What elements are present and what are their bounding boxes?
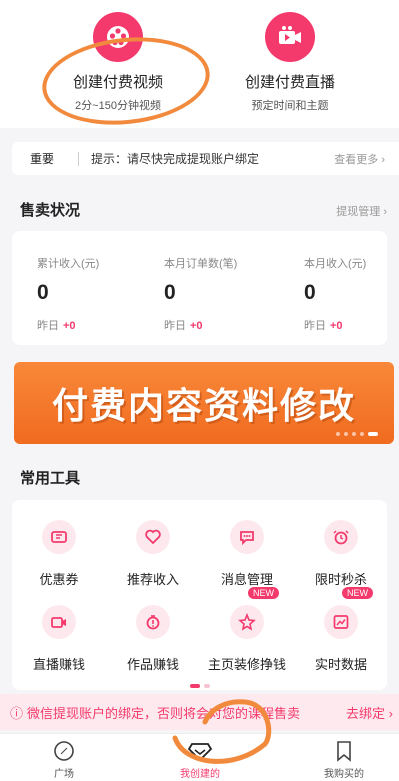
sales-section-title: 售卖状况 [20,202,81,219]
video-camera-icon [265,12,315,62]
tool-label: 消息管理 [220,572,273,587]
important-notice[interactable]: 重要 提示：请尽快完成提现账户绑定 查看更多 › [12,142,399,175]
create-paid-live-button[interactable]: 创建付费直播 预定时间和主题 [200,0,380,113]
stat-value: 0 [304,281,316,304]
stat-yesterday: 昨日 +0 [164,317,237,333]
sales-card: 累计收入(元) 0 昨日 +0 本月订单数(笔) 0 昨日 +0 本月收入(元) 0… [12,231,387,345]
yesterday-label: 昨日 [164,320,186,332]
tool-label: 推荐收入 [126,572,179,587]
star-brush-icon: NEW [230,587,279,639]
tool-label: 作品赚钱 [126,657,179,672]
info-icon: ⓘ [10,705,24,721]
promo-banner[interactable]: 付费内容资料修改 [14,362,394,444]
create-live-title: 创建付费直播 [244,74,335,91]
tool-recommend-income[interactable]: 推荐收入 [106,520,200,588]
chart-icon: NEW [324,587,373,639]
tool-homepage-decor[interactable]: NEW 主页装修挣钱 [200,587,294,673]
tools-card: 优惠券 推荐收入 消息管理 限时秒杀 直播赚钱 作品赚钱 NEW 主页装修挣钱 … [12,500,387,690]
yesterday-value: +0 [190,320,203,332]
tool-label: 限时秒杀 [314,572,367,587]
tool-message-manage[interactable]: 消息管理 [200,520,294,588]
stat-label: 累计收入(元) [37,258,100,270]
yesterday-label: 昨日 [304,320,326,332]
new-badge: NEW [248,587,279,599]
stat-label: 本月订单数(笔) [164,258,238,270]
stat-month-income: 本月收入(元) 0 昨日 +0 [304,255,366,333]
new-badge: NEW [342,587,373,599]
notice-text: 提示：请尽快完成提现账户绑定 [91,152,260,166]
bind-account-warning[interactable]: ⓘ 微信提现账户的绑定，否则将会对您的课程售卖 去绑定 › [0,694,399,730]
go-bind-button[interactable]: 去绑定 › [346,703,393,722]
tool-flash-sale[interactable]: 限时秒杀 [294,520,388,588]
stat-value: 0 [37,281,49,304]
bottom-tab-bar: 广场 我创建的 我购买的 [0,733,399,781]
compass-icon [14,740,114,762]
tab-my-created[interactable]: 我创建的 [150,740,250,780]
tab-label: 我购买的 [324,769,364,780]
tab-square[interactable]: 广场 [14,740,114,780]
tool-works-earn[interactable]: 作品赚钱 [106,605,200,673]
create-card: 创建付费视频 2分~150分钟视频 创建付费直播 预定时间和主题 [0,0,399,133]
create-video-subtitle: 2分~150分钟视频 [75,100,161,112]
create-live-subtitle: 预定时间和主题 [251,100,329,112]
tool-label: 优惠券 [39,572,79,587]
heart-tag-icon [136,520,170,554]
coupon-icon [42,520,76,554]
bookmark-icon [294,740,394,762]
tool-label: 实时数据 [314,657,367,672]
tool-label: 主页装修挣钱 [207,657,286,672]
banner-text: 付费内容资料修改 [51,386,356,427]
notice-divider [78,151,79,166]
alarm-icon [324,520,358,554]
film-reel-icon [93,12,143,62]
create-video-title: 创建付费视频 [72,74,163,91]
see-more-link[interactable]: 查看更多 › [334,151,385,167]
money-bag-icon [136,605,170,639]
diamond-icon [150,740,250,762]
tab-my-purchased[interactable]: 我购买的 [294,740,394,780]
stat-total-income: 累计收入(元) 0 昨日 +0 [37,255,99,333]
tool-coupon[interactable]: 优惠券 [12,520,106,588]
create-paid-video-button[interactable]: 创建付费视频 2分~150分钟视频 [28,0,208,113]
notice-tag: 重要 [30,152,55,166]
tool-realtime-data[interactable]: NEW 实时数据 [294,587,388,673]
yesterday-value: +0 [63,320,76,332]
tools-section-title: 常用工具 [20,470,81,487]
stat-yesterday: 昨日 +0 [304,317,366,333]
warning-text: 微信提现账户的绑定，否则将会对您的课程售卖 [27,705,301,721]
stat-yesterday: 昨日 +0 [37,317,99,333]
banner-carousel-dots [336,432,378,436]
camera-icon [42,605,76,639]
tool-live-earn[interactable]: 直播赚钱 [12,605,106,673]
tools-page-dots [190,684,210,688]
tab-label: 广场 [54,769,74,780]
withdraw-manage-link[interactable]: 提现管理 › [336,203,387,219]
yesterday-value: +0 [330,320,343,332]
tab-label: 我创建的 [180,769,220,780]
stat-value: 0 [164,281,176,304]
message-icon [230,520,264,554]
yesterday-label: 昨日 [37,320,59,332]
stat-label: 本月收入(元) [304,258,367,270]
stat-month-orders: 本月订单数(笔) 0 昨日 +0 [164,255,237,333]
tool-label: 直播赚钱 [32,657,85,672]
